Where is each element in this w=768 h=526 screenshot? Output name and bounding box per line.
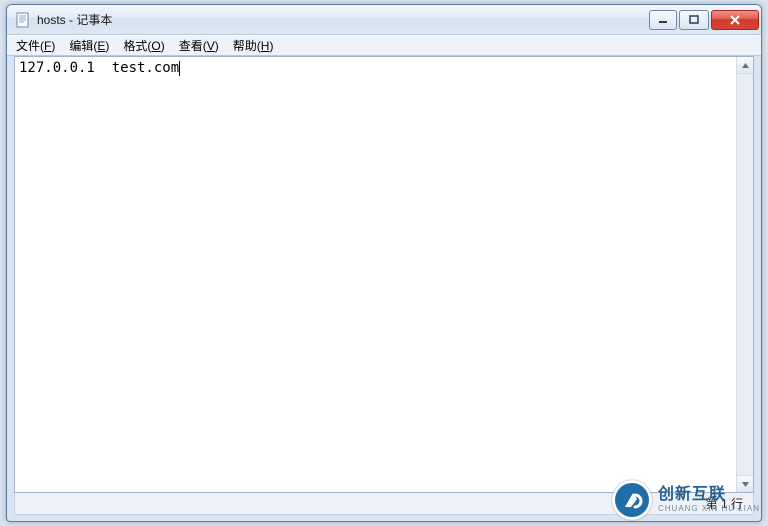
window-controls xyxy=(647,10,759,30)
vertical-scrollbar[interactable] xyxy=(736,57,753,492)
menubar: 文件(F) 编辑(E) 格式(O) 查看(V) 帮助(H) xyxy=(7,35,761,56)
text-caret-icon xyxy=(179,61,180,76)
menu-edit[interactable]: 编辑(E) xyxy=(62,35,116,56)
menu-help[interactable]: 帮助(H) xyxy=(226,35,281,56)
menu-format[interactable]: 格式(O) xyxy=(116,35,171,56)
notepad-window: hosts - 记事本 文件(F) 编辑(E) 格式(O) 查看(V) 帮助(H… xyxy=(6,4,762,522)
maximize-button[interactable] xyxy=(679,10,709,30)
editor-client-area: 127.0.0.1 test.com xyxy=(14,56,754,493)
status-position: 第 1 行 xyxy=(702,495,747,512)
titlebar[interactable]: hosts - 记事本 xyxy=(7,5,761,35)
text-editor[interactable]: 127.0.0.1 test.com xyxy=(15,57,736,492)
close-button[interactable] xyxy=(711,10,759,30)
scroll-down-icon[interactable] xyxy=(737,475,753,492)
menu-view[interactable]: 查看(V) xyxy=(172,35,226,56)
scroll-track[interactable] xyxy=(737,74,753,475)
notepad-icon xyxy=(15,12,31,28)
window-title: hosts - 记事本 xyxy=(37,11,112,28)
scroll-up-icon[interactable] xyxy=(737,57,753,74)
statusbar: 第 1 行 xyxy=(14,493,754,515)
minimize-button[interactable] xyxy=(649,10,677,30)
menu-file[interactable]: 文件(F) xyxy=(9,35,62,56)
editor-content: 127.0.0.1 test.com xyxy=(19,60,179,76)
